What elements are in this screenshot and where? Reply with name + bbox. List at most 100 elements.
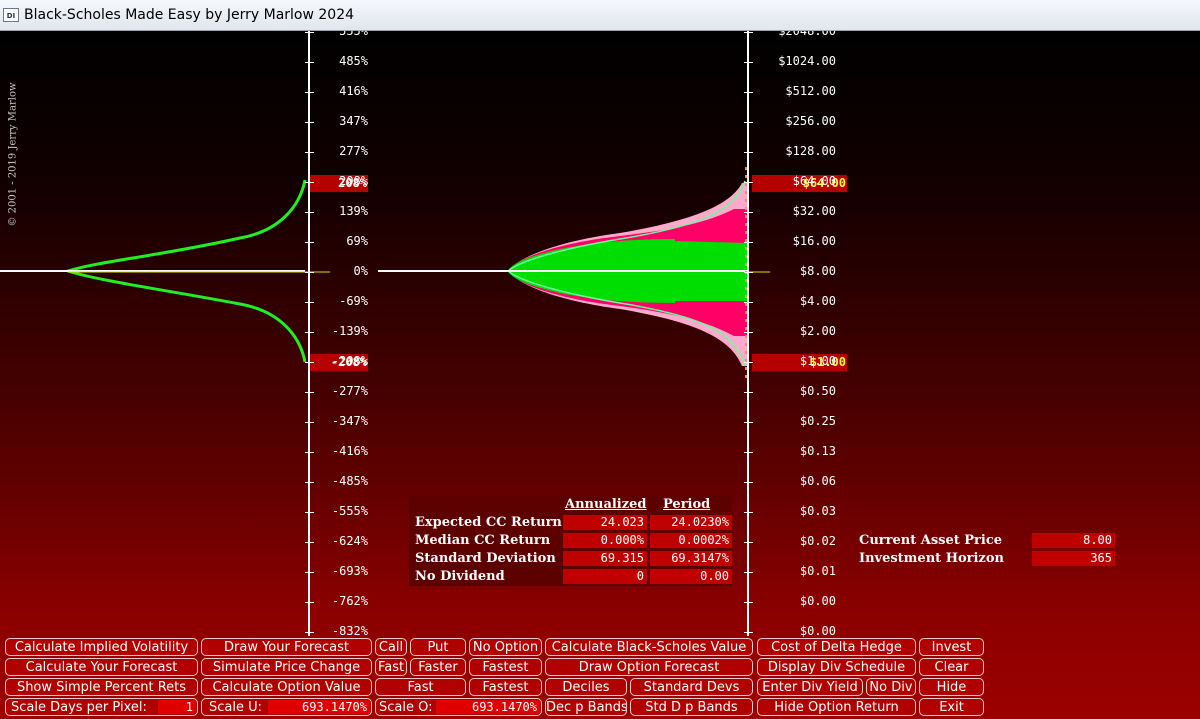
cost-of-delta-hedge-button[interactable]: Cost of Delta Hedge [757,638,916,656]
display-div-schedule-button[interactable]: Display Div Schedule [757,658,916,676]
right-axis-tick [744,572,753,573]
window-title: Black-Scholes Made Easy by Jerry Marlow … [24,7,355,23]
stats-value-stddev-period: 69.3147% [650,551,732,566]
calculate-black-scholes-button[interactable]: Calculate Black-Scholes Value [545,638,753,656]
faster-button[interactable]: Faster [410,658,466,676]
right-axis-tick [744,152,753,153]
stats-label-dividend: No Dividend [415,569,505,584]
right-axis-tick-label: $1.00 [799,354,836,368]
left-axis-tick-label: -762% [331,594,368,608]
scale-days-label: Scale Days per Pixel: [11,700,147,715]
right-axis-tick [744,392,753,393]
left-axis-tick-label: -208% [331,354,368,368]
right-axis-tick-label: $0.00 [799,624,836,638]
right-axis-tick [744,482,753,483]
right-axis-tick [744,632,753,633]
right-axis-tick-label: $2.00 [799,324,836,338]
scale-o-label: Scale O: [379,700,433,715]
stats-label-stddev: Standard Deviation [415,551,556,566]
right-axis-tick-label: $8.00 [799,264,836,278]
left-axis-tick-label: 485% [339,54,368,68]
left-axis-tick-label: -485% [331,474,368,488]
right-axis-tick [744,332,753,333]
fast-button[interactable]: Fast [375,658,407,676]
title-bar: DI Black-Scholes Made Easy by Jerry Marl… [0,0,1200,31]
simulate-fastest-button[interactable]: Fastest [469,678,542,696]
right-axis-tick [744,542,753,543]
fastest-button[interactable]: Fastest [469,658,542,676]
left-axis-tick-label: 277% [339,144,368,158]
stats-value-dividend-period: 0.00 [650,569,732,584]
draw-your-forecast-button[interactable]: Draw Your Forecast [201,638,372,656]
call-button[interactable]: Call [375,638,407,656]
std-d-p-bands-button[interactable]: Std D p Bands [630,698,753,716]
right-axis-tick [744,302,753,303]
left-axis-tick-label: -277% [331,384,368,398]
right-axis-tick [744,212,753,213]
app-icon: DI [3,8,19,22]
right-axis-tick-label: $0.01 [799,564,836,578]
right-axis-tick-label: $2048.00 [778,31,836,38]
right-axis-tick-label: $256.00 [785,114,836,128]
right-axis-tick [744,272,753,273]
left-axis-tick-label: -416% [331,444,368,458]
left-axis-tick-label: 347% [339,114,368,128]
right-axis-tick [744,182,753,183]
simulate-price-change-button[interactable]: Simulate Price Change [201,658,372,676]
right-axis-tick [744,512,753,513]
scale-u-button[interactable]: Scale U: 693.1470% [201,698,372,716]
stats-value-median-period: 0.0002% [650,533,732,548]
stats-header-period: Period [663,497,711,512]
invest-button[interactable]: Invest [919,638,984,656]
right-axis-tick-label: $0.03 [799,504,836,518]
calculate-your-forecast-button[interactable]: Calculate Your Forecast [5,658,198,676]
left-axis-tick-label: 139% [339,204,368,218]
right-axis-tick-label: $4.00 [799,294,836,308]
distribution-plots [0,167,770,378]
clear-button[interactable]: Clear [919,658,984,676]
scale-days-per-pixel-button[interactable]: Scale Days per Pixel: 1 [5,698,198,716]
left-axis-tick-label: 69% [346,234,368,248]
calculate-option-value-button[interactable]: Calculate Option Value [201,678,372,696]
exit-button[interactable]: Exit [919,698,984,716]
right-axis-tick-label: $128.00 [785,144,836,158]
scale-o-button[interactable]: Scale O: 693.1470% [375,698,542,716]
left-axis-tick-label: -832% [331,624,368,638]
left-axis-tick-label: 208% [339,174,368,188]
left-axis-tick-label: -624% [331,534,368,548]
standard-devs-button[interactable]: Standard Devs [630,678,753,696]
right-axis-tick [744,602,753,603]
scale-days-value[interactable]: 1 [158,700,196,714]
scale-u-value[interactable]: 693.1470% [268,700,370,714]
right-axis-tick-label: $0.50 [799,384,836,398]
right-axis-tick-label: $0.13 [799,444,836,458]
scale-o-value[interactable]: 693.1470% [436,700,540,714]
put-button[interactable]: Put [410,638,466,656]
right-axis-tick-label: $1024.00 [778,54,836,68]
left-axis-tick-label: -693% [331,564,368,578]
enter-div-yield-button[interactable]: Enter Div Yield [757,678,863,696]
investment-horizon-value[interactable]: 365 [1032,551,1115,566]
hide-button[interactable]: Hide [919,678,984,696]
stats-header-annualized: Annualized [565,497,647,512]
right-axis-tick [744,32,753,33]
simulate-fast-button[interactable]: Fast [375,678,466,696]
stats-value-expected-annualized: 24.023 [563,515,647,530]
draw-option-forecast-button[interactable]: Draw Option Forecast [545,658,753,676]
right-axis-tick-label: $0.02 [799,534,836,548]
right-axis-tick [744,122,753,123]
deciles-button[interactable]: Deciles [545,678,627,696]
stats-value-median-annualized: 0.000% [563,533,647,548]
calculate-implied-volatility-button[interactable]: Calculate Implied Volatility [5,638,198,656]
right-axis-tick-label: $64.00 [792,174,836,188]
stats-label-median: Median CC Return [415,533,551,548]
show-simple-percent-rets-button[interactable]: Show Simple Percent Rets [5,678,198,696]
no-option-button[interactable]: No Option [469,638,542,656]
left-axis-tick-label: 0% [353,264,368,278]
asset-price-value[interactable]: 8.00 [1032,533,1115,548]
right-axis-tick-label: $0.25 [799,414,836,428]
hide-option-return-button[interactable]: Hide Option Return [757,698,916,716]
left-axis-tick-label: -555% [331,504,368,518]
no-div-button[interactable]: No Div [866,678,916,696]
dec-p-bands-button[interactable]: Dec p Bands [545,698,627,716]
